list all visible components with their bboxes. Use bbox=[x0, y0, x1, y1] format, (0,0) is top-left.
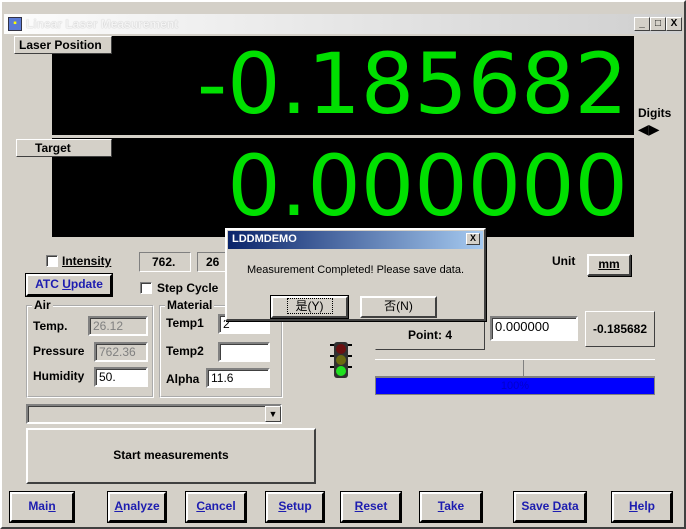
laser-readout: -0.185682 bbox=[585, 311, 655, 347]
air-temp-field[interactable]: 26.12 bbox=[88, 316, 148, 336]
unit-button[interactable]: mm bbox=[587, 254, 631, 276]
app-icon: ▪ bbox=[8, 17, 22, 31]
unit-label: Unit bbox=[552, 254, 576, 268]
intensity-value-1: 762. bbox=[139, 252, 191, 272]
laser-position-value: -0.185682 bbox=[196, 36, 628, 133]
measurement-combo[interactable] bbox=[26, 404, 282, 424]
laser-position-label: Laser Position bbox=[14, 36, 112, 54]
minimize-button[interactable]: _ bbox=[634, 17, 650, 31]
laser-position-display: -0.185682 bbox=[52, 36, 634, 135]
maximize-button[interactable]: □ bbox=[650, 17, 666, 31]
material-temp2-field[interactable] bbox=[218, 342, 270, 362]
save-data-button[interactable]: Save Data bbox=[513, 491, 587, 523]
material-alpha-field[interactable]: 11.6 bbox=[206, 368, 270, 388]
material-temp1-label: Temp1 bbox=[166, 316, 204, 330]
target-value: 0.000000 bbox=[227, 138, 628, 235]
dialog-no-button[interactable]: 否(N) bbox=[360, 296, 437, 318]
target-field[interactable]: 0.000000 bbox=[490, 316, 578, 341]
progress-label: 100% bbox=[500, 380, 530, 392]
intensity-checkbox[interactable] bbox=[46, 255, 58, 267]
target-label: Target bbox=[16, 139, 112, 157]
cancel-button[interactable]: Cancel bbox=[185, 491, 247, 523]
progress-segments bbox=[375, 359, 655, 377]
combo-dropdown-icon[interactable]: ▼ bbox=[265, 406, 281, 422]
digits-arrows: ◀▶ bbox=[638, 122, 660, 136]
point-label: Point: 4 bbox=[375, 320, 485, 350]
air-humidity-label: Humidity bbox=[33, 369, 85, 383]
intensity-label: Intensity bbox=[62, 254, 112, 268]
dialog-yes-button[interactable]: 是(Y) bbox=[270, 295, 349, 319]
arrow-right-icon[interactable]: ▶ bbox=[649, 121, 660, 137]
target-display: 0.000000 bbox=[52, 138, 634, 237]
take-button[interactable]: Take bbox=[419, 491, 483, 523]
dialog-message: Measurement Completed! Please save data. bbox=[246, 264, 465, 276]
step-cycle-label: Step Cycle bbox=[157, 281, 219, 295]
close-button[interactable]: X bbox=[666, 17, 682, 31]
message-dialog: LDDMDEMO X Measurement Completed! Please… bbox=[225, 228, 486, 321]
step-cycle-checkbox[interactable] bbox=[140, 282, 152, 294]
air-temp-label: Temp. bbox=[33, 319, 68, 333]
digits-label: Digits bbox=[638, 106, 672, 120]
help-button[interactable]: Help bbox=[611, 491, 673, 523]
analyze-button[interactable]: Analyze bbox=[107, 491, 167, 523]
progress-bar: 100% bbox=[375, 377, 655, 395]
title-bar[interactable]: ▪ Linear Laser Measurement _ □ X bbox=[4, 14, 682, 34]
reset-button[interactable]: Reset bbox=[340, 491, 402, 523]
material-temp2-label: Temp2 bbox=[166, 344, 204, 358]
material-alpha-label: Alpha bbox=[166, 372, 200, 386]
dialog-title: LDDMDEMO bbox=[232, 233, 297, 245]
atc-update-button[interactable]: ATC Update bbox=[25, 273, 113, 297]
window-title: Linear Laser Measurement bbox=[26, 17, 179, 31]
setup-button[interactable]: Setup bbox=[265, 491, 325, 523]
dialog-close-icon[interactable]: X bbox=[466, 233, 480, 245]
material-group-title: Material bbox=[165, 298, 215, 312]
traffic-light-icon bbox=[330, 342, 352, 378]
air-pressure-field[interactable]: 762.36 bbox=[94, 342, 148, 362]
air-pressure-label: Pressure bbox=[33, 344, 85, 358]
main-window: ▪ Linear Laser Measurement _ □ X -0.1856… bbox=[0, 0, 686, 529]
arrow-left-icon[interactable]: ◀ bbox=[638, 121, 649, 137]
main-button[interactable]: Main bbox=[9, 491, 75, 523]
air-group-title: Air bbox=[32, 298, 53, 312]
start-measurements-button[interactable]: Start measurements bbox=[26, 428, 316, 484]
dialog-title-bar[interactable]: LDDMDEMO X bbox=[228, 231, 483, 249]
air-humidity-field[interactable]: 50. bbox=[94, 367, 148, 387]
